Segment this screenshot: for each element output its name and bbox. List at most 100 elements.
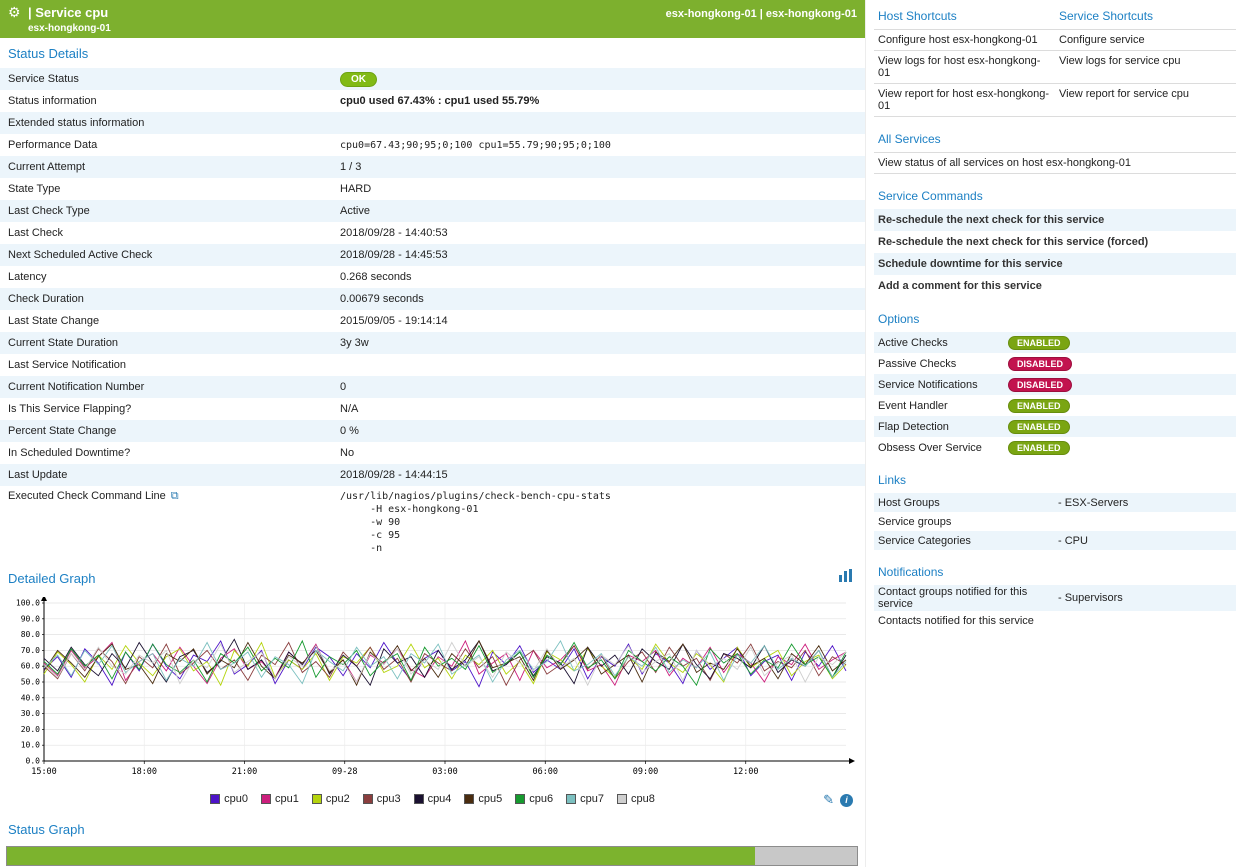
svg-text:90.0: 90.0	[21, 614, 40, 623]
option-row: Service NotificationsDISABLED	[874, 374, 1236, 395]
notification-label: Contacts notified for this service	[878, 615, 1058, 627]
status-row-label: Executed Check Command Line⧉	[8, 490, 340, 503]
status-graph-up-segment	[7, 847, 755, 865]
status-row-label: Last State Change	[8, 315, 340, 327]
legend-swatch	[210, 794, 220, 804]
svg-text:06:00: 06:00	[532, 767, 558, 777]
service-shortcut-link[interactable]: View report for service cpu	[1055, 84, 1236, 116]
status-row-value: 2018/09/28 - 14:45:53	[340, 249, 865, 261]
status-row: Last Check TypeActive	[0, 200, 865, 222]
option-row: Obsess Over ServiceENABLED	[874, 437, 1236, 458]
status-row-value: 2015/09/05 - 19:14:14	[340, 315, 865, 327]
status-row: In Scheduled Downtime?No	[0, 442, 865, 464]
legend-item: cpu3	[363, 793, 401, 805]
status-row-value: HARD	[340, 183, 865, 195]
service-commands-heading: Service Commands	[874, 182, 1236, 209]
status-row: Status informationcpu0 used 67.43% : cpu…	[0, 90, 865, 112]
status-row-value: 0	[340, 381, 865, 393]
host-shortcuts-heading: Host Shortcuts	[874, 2, 1055, 29]
host-shortcut-link[interactable]: View logs for host esx-hongkong-01	[874, 51, 1055, 83]
legend-label: cpu4	[428, 793, 452, 805]
link-value[interactable]: - ESX-Servers	[1058, 497, 1232, 509]
status-row-label: In Scheduled Downtime?	[8, 447, 340, 459]
option-badge-flap-detection[interactable]: ENABLED	[1008, 420, 1070, 434]
status-row-label: Service Status	[8, 73, 340, 85]
status-row-label: Status information	[8, 95, 340, 107]
svg-text:70.0: 70.0	[21, 646, 40, 655]
sidebar: Host Shortcuts Service Shortcuts Configu…	[865, 0, 1242, 867]
option-badge-passive-checks[interactable]: DISABLED	[1008, 357, 1072, 371]
svg-text:100.0: 100.0	[16, 599, 40, 608]
host-shortcut-link[interactable]: View report for host esx-hongkong-01	[874, 84, 1055, 116]
option-label: Active Checks	[878, 337, 1008, 349]
option-badge-event-handler[interactable]: ENABLED	[1008, 399, 1070, 413]
legend-item: cpu7	[566, 793, 604, 805]
shortcuts-row: Configure host esx-hongkong-01Configure …	[874, 29, 1236, 50]
gear-icon[interactable]: ⚙	[8, 4, 21, 20]
status-row-label: Current Attempt	[8, 161, 340, 173]
chart-icon[interactable]	[839, 569, 853, 587]
all-services-link[interactable]: View status of all services on host esx-…	[874, 152, 1236, 173]
detailed-graph-chart[interactable]: 0.010.020.030.040.050.060.070.080.090.01…	[4, 597, 856, 783]
option-badge-obsess-over-service[interactable]: ENABLED	[1008, 441, 1070, 455]
legend-swatch	[261, 794, 271, 804]
service-shortcut-link[interactable]: View logs for service cpu	[1055, 51, 1236, 83]
copy-icon[interactable]: ⧉	[171, 490, 179, 502]
option-label: Service Notifications	[878, 379, 1008, 391]
page: ⚙ | Service cpu esx-hongkong-01 | esx-ho…	[0, 0, 1242, 867]
svg-text:09-28: 09-28	[332, 767, 358, 777]
status-row-value: 0.00679 seconds	[340, 293, 865, 305]
status-row-label: Last Update	[8, 469, 340, 481]
status-details-table: Service StatusOKStatus informationcpu0 u…	[0, 68, 865, 563]
header-host-service-label: esx-hongkong-01 | esx-hongkong-01	[666, 8, 857, 20]
status-row-value: N/A	[340, 403, 865, 415]
legend-swatch	[515, 794, 525, 804]
detailed-graph-heading: Detailed Graph	[0, 563, 103, 593]
shortcuts-row: View report for host esx-hongkong-01View…	[874, 83, 1236, 116]
option-badge-service-notifications[interactable]: DISABLED	[1008, 378, 1072, 392]
info-icon[interactable]: i	[840, 794, 853, 807]
chart-legend: cpu0cpu1cpu2cpu3cpu4cpu5cpu6cpu7cpu8	[0, 790, 865, 805]
status-graph-heading: Status Graph	[0, 814, 865, 844]
links-heading: Links	[874, 466, 1236, 493]
legend-swatch	[312, 794, 322, 804]
status-row-value: cpu0 used 67.43% : cpu1 used 55.79%	[340, 95, 865, 107]
service-command-link[interactable]: Schedule downtime for this service	[874, 253, 1236, 275]
detailed-graph-section: Detailed Graph 0.010.020.030.040.050.060…	[0, 563, 865, 814]
svg-text:21:00: 21:00	[232, 767, 258, 777]
status-row: Current Notification Number0	[0, 376, 865, 398]
host-shortcut-link[interactable]: Configure host esx-hongkong-01	[874, 30, 1055, 50]
service-command-link[interactable]: Re-schedule the next check for this serv…	[874, 231, 1236, 253]
svg-text:0.0: 0.0	[26, 757, 41, 766]
link-row: Host Groups- ESX-Servers	[874, 493, 1236, 512]
legend-label: cpu3	[377, 793, 401, 805]
legend-item: cpu1	[261, 793, 299, 805]
legend-item: cpu4	[414, 793, 452, 805]
pencil-icon[interactable]: ✎	[823, 792, 834, 808]
status-row: Latency0.268 seconds	[0, 266, 865, 288]
link-label: Host Groups	[878, 497, 1058, 509]
status-row: Current State Duration3y 3w	[0, 332, 865, 354]
status-row-value: 0.268 seconds	[340, 271, 865, 283]
status-row: Performance Datacpu0=67.43;90;95;0;100 c…	[0, 134, 865, 156]
status-row-value: 2018/09/28 - 14:44:15	[340, 469, 865, 481]
status-row-label: Current Notification Number	[8, 381, 340, 393]
status-row-label: Is This Service Flapping?	[8, 403, 340, 415]
service-command-link[interactable]: Re-schedule the next check for this serv…	[874, 209, 1236, 231]
legend-label: cpu5	[478, 793, 502, 805]
links-list: Host Groups- ESX-ServersService groupsSe…	[874, 493, 1236, 550]
notification-value[interactable]: - Supervisors	[1058, 592, 1232, 604]
service-shortcut-link[interactable]: Configure service	[1055, 30, 1236, 50]
status-row: Last Update2018/09/28 - 14:44:15	[0, 464, 865, 486]
legend-item: cpu8	[617, 793, 655, 805]
status-row-label: Performance Data	[8, 139, 340, 151]
status-row-label: Next Scheduled Active Check	[8, 249, 340, 261]
status-row: Last State Change2015/09/05 - 19:14:14	[0, 310, 865, 332]
status-graph-bar[interactable]	[6, 846, 858, 866]
service-command-link[interactable]: Add a comment for this service	[874, 275, 1236, 297]
status-row: Check Duration0.00679 seconds	[0, 288, 865, 310]
option-badge-active-checks[interactable]: ENABLED	[1008, 336, 1070, 350]
legend-swatch	[566, 794, 576, 804]
link-value[interactable]: - CPU	[1058, 535, 1232, 547]
notification-label: Contact groups notified for this service	[878, 586, 1058, 610]
